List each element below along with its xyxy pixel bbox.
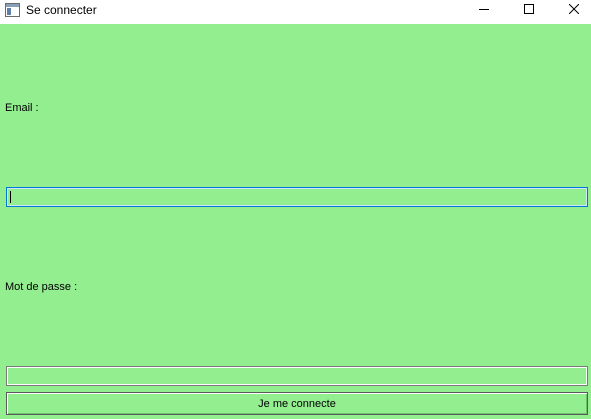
maximize-button[interactable] — [506, 0, 552, 20]
minimize-icon — [479, 4, 489, 17]
window-title: Se connecter — [26, 3, 97, 17]
text-caret — [10, 191, 11, 203]
email-input[interactable] — [7, 188, 587, 206]
maximize-icon — [524, 3, 534, 17]
password-field[interactable] — [6, 366, 588, 386]
minimize-button[interactable] — [461, 0, 507, 20]
close-button[interactable] — [551, 0, 591, 20]
password-label: Mot de passe : — [5, 281, 78, 293]
password-input[interactable] — [7, 367, 587, 385]
app-window-icon — [5, 3, 20, 17]
form-area: Email : Mot de passe : Je me connecte — [0, 24, 591, 419]
email-field[interactable] — [6, 187, 588, 207]
login-button[interactable]: Je me connecte — [6, 392, 588, 415]
close-icon — [568, 3, 580, 17]
email-label: Email : — [5, 102, 39, 114]
login-window: Se connecter Email : Mot de passe: Je m… — [0, 0, 591, 419]
title-bar[interactable]: Se connecter — [0, 0, 591, 24]
